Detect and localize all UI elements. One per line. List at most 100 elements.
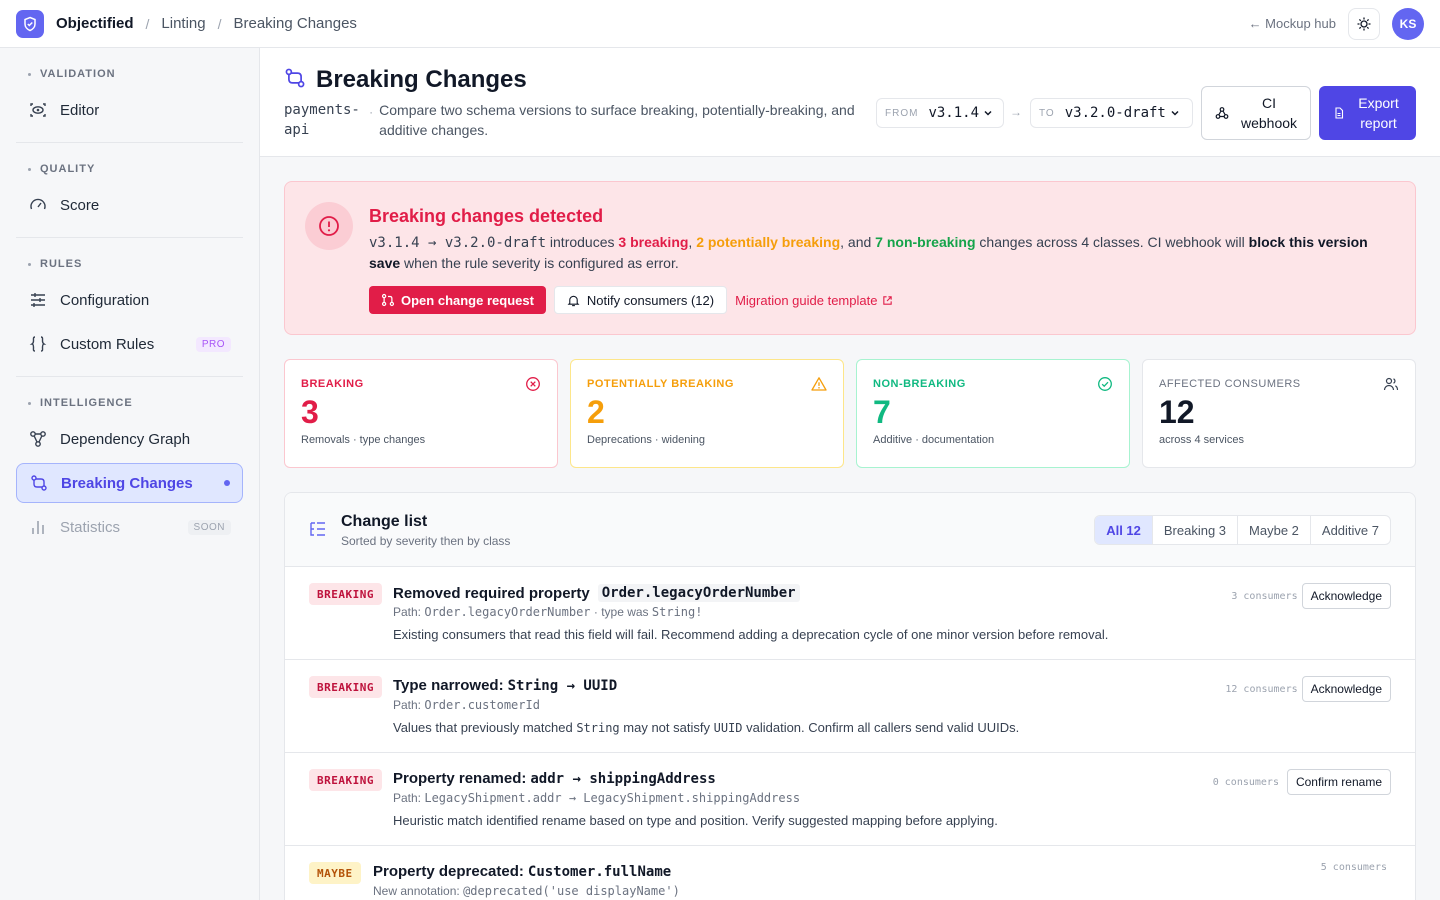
top-bar: Objectified / Linting / Breaking Changes…	[0, 0, 1440, 48]
version-arrow: →	[1010, 105, 1022, 119]
notify-consumers-button[interactable]: Notify consumers (12)	[553, 286, 728, 314]
stat-value: 3	[301, 394, 319, 430]
sidebar-item-editor[interactable]: Editor	[16, 90, 243, 130]
alert-text-segment: changes across 4 classes. CI webhook wil…	[975, 234, 1249, 250]
theme-icon	[1357, 17, 1371, 30]
mockup-hub-link[interactable]: ← Mockup hub	[1249, 16, 1336, 31]
change-list-panel: Change list Sorted by severity then by c…	[284, 492, 1416, 900]
from-version-value: v3.1.4	[928, 105, 980, 121]
braces-icon	[28, 334, 48, 354]
breadcrumb-separator: /	[145, 15, 150, 32]
open-change-request-label: Open change request	[401, 292, 534, 308]
desc-segment: validation. Confirm all callers send val…	[742, 720, 1020, 735]
nonbreaking-count-text: 7 non-breaking	[875, 234, 976, 250]
alert-versions: v3.1.4 → v3.2.0-draft	[369, 235, 547, 251]
to-label: TO	[1039, 107, 1055, 119]
sidebar-heading: RULES	[16, 258, 243, 270]
filter-breaking[interactable]: Breaking 3	[1151, 516, 1237, 544]
desc-segment: Values that previously matched	[393, 720, 577, 735]
notify-consumers-label: Notify consumers (12)	[586, 292, 715, 308]
users-icon	[1383, 376, 1399, 397]
filter-all[interactable]: All 12	[1095, 516, 1152, 544]
x-circle-icon	[525, 376, 541, 397]
change-path: New annotation: @deprecated('use display…	[373, 884, 680, 898]
change-description: Existing consumers that read this field …	[393, 627, 1109, 642]
to-version-select[interactable]: TO v3.2.0-draft	[1030, 98, 1193, 128]
sidebar-item-score[interactable]: Score	[16, 185, 243, 225]
page-title: Breaking Changes	[316, 66, 527, 93]
sidebar-item-breaking-changes[interactable]: Breaking Changes	[16, 463, 243, 503]
sidebar-section-rules: RULES Configuration Custom Rules PRO	[16, 238, 243, 377]
change-title-text: Type narrowed:	[393, 677, 504, 694]
change-row[interactable]: MAYBE Property deprecated: Customer.fullN…	[285, 846, 1415, 900]
stat-subtext: Additive · documentation	[873, 434, 995, 446]
migration-guide-link[interactable]: Migration guide template	[735, 293, 893, 308]
filter-additive[interactable]: Additive 7	[1309, 516, 1390, 544]
severity-badge: BREAKING	[309, 769, 382, 791]
change-title-text: Property renamed:	[393, 770, 527, 787]
chevron-down-icon	[984, 110, 992, 116]
stat-subtext: Deprecations · widening	[587, 434, 706, 446]
ci-webhook-label: CI webhook	[1241, 95, 1298, 131]
path-code: Order.legacyOrderNumber	[424, 605, 591, 619]
eye-scan-icon	[28, 100, 48, 120]
user-avatar[interactable]: KS	[1392, 7, 1424, 40]
change-row[interactable]: BREAKING Removed required property Order.…	[285, 567, 1415, 660]
sidebar-item-label: Configuration	[60, 291, 150, 309]
stat-card-breaking[interactable]: BREAKING 3 Removals · type changes	[284, 359, 558, 468]
sidebar-item-label: Custom Rules	[60, 335, 155, 353]
change-title: Property deprecated: Customer.fullName	[373, 863, 671, 880]
change-row[interactable]: BREAKING Type narrowed: String → UUID Pat…	[285, 660, 1415, 753]
filter-maybe[interactable]: Maybe 2	[1237, 516, 1310, 544]
theme-toggle-button[interactable]	[1348, 7, 1380, 40]
ci-webhook-button[interactable]: CI webhook	[1201, 86, 1311, 140]
export-report-button[interactable]: Export report	[1319, 86, 1416, 140]
change-title: Removed required property Order.legacyOrd…	[393, 584, 800, 602]
sidebar-item-configuration[interactable]: Configuration	[16, 280, 243, 320]
path-mid: · type was	[590, 605, 652, 619]
change-row[interactable]: BREAKING Property renamed: addr → shippin…	[285, 753, 1415, 846]
shield-check-icon	[24, 16, 36, 31]
open-change-request-button[interactable]: Open change request	[369, 286, 546, 314]
stat-label: BREAKING	[301, 378, 364, 390]
stat-card-potentially-breaking[interactable]: POTENTIALLY BREAKING 2 Deprecations · wi…	[570, 359, 844, 468]
document-icon	[1334, 107, 1343, 119]
acknowledge-button[interactable]: Acknowledge	[1301, 676, 1391, 702]
change-title-text: Property deprecated:	[373, 863, 524, 880]
sidebar-item-dependency-graph[interactable]: Dependency Graph	[16, 419, 243, 459]
external-link-icon	[883, 295, 893, 305]
sidebar-item-custom-rules[interactable]: Custom Rules PRO	[16, 324, 243, 364]
path-prefix: Path:	[393, 698, 425, 712]
severity-badge: BREAKING	[309, 583, 382, 605]
path-prefix: Path:	[393, 605, 425, 619]
acknowledge-button[interactable]: Acknowledge	[1301, 583, 1391, 609]
alert-circle-icon	[319, 216, 339, 236]
brand-name[interactable]: Objectified	[56, 15, 134, 32]
path-code: String!	[651, 605, 703, 619]
from-version-select[interactable]: FROM v3.1.4	[876, 98, 1004, 128]
breadcrumb-linting[interactable]: Linting	[161, 15, 205, 32]
stat-value: 7	[873, 394, 891, 430]
change-title: Type narrowed: String → UUID	[393, 677, 617, 694]
page-description: Compare two schema versions to surface b…	[379, 102, 855, 138]
confirm-rename-button[interactable]: Confirm rename	[1286, 769, 1391, 795]
warning-icon	[811, 376, 827, 397]
subtitle-separator: ·	[369, 105, 374, 119]
change-path: Path: Order.customerId	[393, 698, 540, 712]
stat-label: POTENTIALLY BREAKING	[587, 378, 734, 390]
stat-card-non-breaking[interactable]: NON-BREAKING 7 Additive · documentation	[856, 359, 1130, 468]
sidebar-section-validation: VALIDATION Editor	[16, 48, 243, 143]
stat-card-affected-consumers[interactable]: AFFECTED CONSUMERS 12 across 4 services	[1142, 359, 1416, 468]
consumer-count: 3 consumers	[1231, 590, 1298, 602]
change-title-code: String → UUID	[507, 677, 618, 694]
app-logo[interactable]	[16, 9, 44, 38]
api-name: payments-api	[284, 102, 360, 138]
git-pull-request-icon	[381, 293, 395, 307]
pro-badge: PRO	[195, 336, 231, 352]
desc-code: String	[576, 721, 620, 735]
breadcrumb-current: Breaking Changes	[233, 15, 357, 32]
to-version-value: v3.2.0-draft	[1064, 105, 1166, 121]
git-compare-icon	[284, 67, 306, 94]
alert-icon-wrapper	[305, 202, 353, 250]
alert-message: v3.1.4 → v3.2.0-draft introduces 3 break…	[369, 232, 1369, 273]
